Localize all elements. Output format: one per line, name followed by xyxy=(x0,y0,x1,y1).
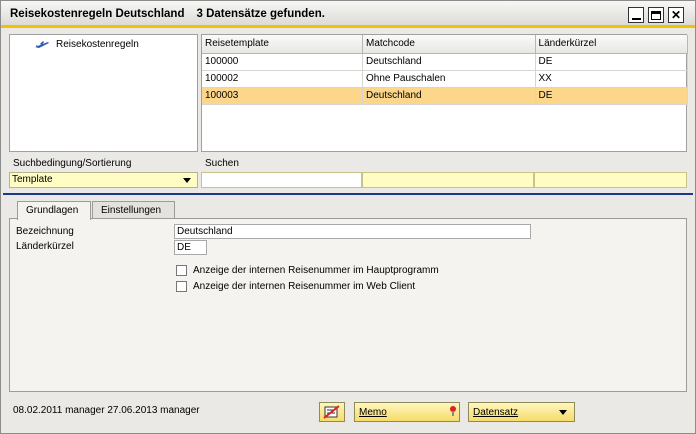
tab-einstellungen[interactable]: Einstellungen xyxy=(92,201,175,219)
close-button[interactable]: ✕ xyxy=(668,7,684,23)
column-header-matchcode[interactable]: Matchcode xyxy=(362,35,536,54)
results-grid: Reisetemplate Matchcode Länderkürzel 100… xyxy=(201,34,689,152)
bezeichnung-label: Bezeichnung xyxy=(16,226,74,237)
laenderkuerzel-field[interactable]: DE xyxy=(174,240,207,255)
bezeichnung-field[interactable]: Deutschland xyxy=(174,224,531,239)
search-fields xyxy=(201,172,687,188)
sort-dropdown-value: Template xyxy=(12,174,53,185)
record-info: 08.02.2011 manager 27.06.2013 manager xyxy=(13,405,200,416)
search-input-matchcode[interactable] xyxy=(362,172,534,188)
cell-laenderkuerzel: XX xyxy=(535,70,689,88)
search-label: Suchen xyxy=(205,158,239,169)
search-input-reisetemplate[interactable] xyxy=(201,172,362,188)
tab-grundlagen[interactable]: Grundlagen xyxy=(17,201,91,220)
cell-laenderkuerzel: DE xyxy=(535,87,689,105)
checkbox-box[interactable] xyxy=(176,265,187,276)
memo-button[interactable]: Memo xyxy=(354,402,460,422)
sort-dropdown[interactable]: Template xyxy=(9,172,198,188)
datensatz-dropdown-button[interactable]: Datensatz xyxy=(468,402,575,422)
airplane-icon xyxy=(35,40,49,48)
datensatz-button-label: Datensatz xyxy=(473,407,519,418)
chevron-down-icon xyxy=(183,178,191,183)
cell-matchcode: Deutschland xyxy=(362,53,536,71)
memo-button-label: Memo xyxy=(359,407,387,418)
cell-reisetemplate: 100002 xyxy=(202,70,363,88)
cell-matchcode: Deutschland xyxy=(362,87,536,105)
delete-record-icon xyxy=(323,405,340,419)
tab-panel-grundlagen xyxy=(9,218,687,392)
cell-reisetemplate: 100000 xyxy=(202,53,363,71)
delete-record-button[interactable] xyxy=(319,402,345,422)
table-row[interactable]: 100002 Ohne Pauschalen XX xyxy=(202,70,689,88)
tree-item-reisekostenregeln[interactable]: Reisekostenregeln xyxy=(34,39,139,50)
minimize-icon xyxy=(631,18,641,20)
title-bar[interactable]: Reisekostenregeln Deutschland 3 Datensätz… xyxy=(1,1,695,28)
laenderkuerzel-label: Länderkürzel xyxy=(16,241,74,252)
close-icon: ✕ xyxy=(670,8,682,22)
checkbox-web-client[interactable]: Anzeige der internen Reisenummer im Web … xyxy=(176,281,415,292)
pin-icon-stem xyxy=(452,411,454,416)
cell-laenderkuerzel: DE xyxy=(535,53,689,71)
tree-panel: Reisekostenregeln xyxy=(9,34,198,152)
checkbox-label: Anzeige der internen Reisenummer im Web … xyxy=(193,281,416,292)
section-divider xyxy=(3,193,693,195)
checkbox-hauptprogramm[interactable]: Anzeige der internen Reisenummer im Haup… xyxy=(176,265,439,276)
table-row[interactable]: 100000 Deutschland DE xyxy=(202,53,689,71)
window-title-count: 3 Datensätze gefunden. xyxy=(196,8,325,20)
tree-item-label: Reisekostenregeln xyxy=(56,39,139,50)
search-input-laenderkuerzel[interactable] xyxy=(534,172,687,188)
sort-condition-label: Suchbedingung/Sortierung xyxy=(13,158,132,169)
chevron-down-icon xyxy=(559,410,567,415)
column-header-laenderkuerzel[interactable]: Länderkürzel xyxy=(535,35,689,54)
cell-reisetemplate: 100003 xyxy=(202,87,363,105)
checkbox-label: Anzeige der internen Reisenummer im Haup… xyxy=(193,265,439,276)
table-row-selected[interactable]: 100003 Deutschland DE xyxy=(202,87,689,105)
column-header-reisetemplate[interactable]: Reisetemplate xyxy=(202,35,363,54)
maximize-icon xyxy=(651,10,661,20)
window-title: Reisekostenregeln Deutschland 3 Datensätz… xyxy=(10,8,337,20)
maximize-button[interactable] xyxy=(648,7,664,23)
checkbox-box[interactable] xyxy=(176,281,187,292)
dialog-window: Reisekostenregeln Deutschland 3 Datensätz… xyxy=(0,0,696,434)
minimize-button[interactable] xyxy=(628,7,644,23)
window-title-main: Reisekostenregeln Deutschland xyxy=(10,8,185,20)
cell-matchcode: Ohne Pauschalen xyxy=(362,70,536,88)
